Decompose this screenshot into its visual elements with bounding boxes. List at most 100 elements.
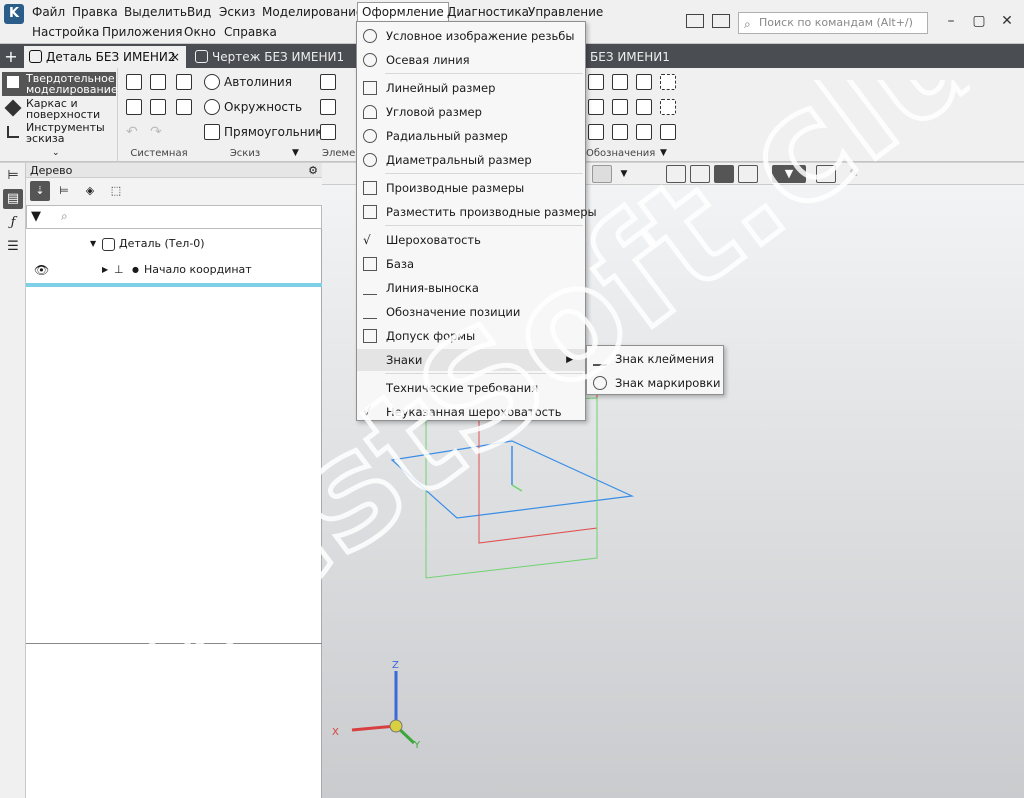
menu-roughness[interactable]: √ Шероховатость — [357, 229, 585, 251]
menu-diameter-dimension[interactable]: Диаметральный размер — [357, 149, 585, 171]
layers-icon[interactable]: ☰ — [3, 237, 23, 257]
menu-window[interactable]: Окно — [180, 22, 220, 42]
menu-unspecified-roughness[interactable]: √ Неуказанная шероховатость — [357, 401, 585, 423]
maximize-button[interactable]: ▢ — [968, 10, 990, 32]
rectangle-button[interactable]: Прямоугольник — [224, 125, 323, 139]
expand-chevron-icon[interactable]: ⌄ — [52, 148, 60, 158]
app-logo-icon: K — [4, 4, 24, 24]
tree-view-mode-icon[interactable]: ⇣ — [30, 181, 50, 201]
menu-form-tolerance[interactable]: Допуск формы — [357, 325, 585, 347]
hole-icon[interactable] — [320, 124, 336, 140]
save-icon[interactable] — [176, 74, 192, 90]
menu-edit[interactable]: Правка — [68, 2, 122, 22]
tree-components-icon[interactable]: ◈ — [80, 181, 100, 201]
tree-row-part[interactable]: ▼ Деталь (Тел-0) — [26, 231, 322, 257]
menu-position-designation[interactable]: Обозначение позиции — [357, 301, 585, 323]
visibility-eye-icon[interactable]: 👁 — [34, 257, 49, 283]
filter-icon[interactable]: ▼ — [31, 209, 41, 224]
menu-view[interactable]: Вид — [183, 2, 215, 22]
annotation-tool-12-icon[interactable] — [660, 124, 676, 140]
menu-place-derived-dimensions-label: Разместить производные размеры — [386, 205, 597, 219]
new-tab-button[interactable]: + — [0, 46, 22, 68]
tree-hierarchy-icon[interactable]: ⊨ — [54, 181, 74, 201]
menu-management[interactable]: Управление — [524, 2, 607, 22]
annotation-tool-1-icon[interactable] — [588, 74, 604, 90]
menu-select[interactable]: Выделить — [120, 2, 191, 22]
annotation-tool-9-icon[interactable] — [588, 124, 604, 140]
tab-part[interactable]: Деталь БЕЗ ИМЕНИ2 × — [24, 46, 186, 68]
place-derived-icon — [363, 205, 377, 219]
autoline-icon[interactable] — [204, 74, 220, 90]
annotation-tool-5-icon[interactable] — [588, 99, 604, 115]
menu-file[interactable]: Файл — [28, 2, 69, 22]
collapse-arrow-icon[interactable]: ▼ — [90, 231, 96, 257]
bullet-icon: ● — [132, 265, 139, 274]
circle-icon[interactable] — [204, 99, 220, 115]
expand-arrow-icon[interactable]: ▶ — [102, 257, 108, 283]
annotation-tool-10-icon[interactable] — [612, 124, 628, 140]
properties-icon[interactable]: ▤ — [3, 189, 23, 209]
mode-sketch-tools[interactable]: Инструменты эскиза — [2, 122, 116, 144]
minimize-button[interactable]: – — [940, 10, 962, 32]
tree-structure-icon[interactable]: ⊨ — [3, 166, 23, 186]
variables-fx-icon[interactable]: ƒ — [3, 213, 23, 233]
menu-marking-sign[interactable]: Знак маркировки — [587, 371, 723, 395]
close-button[interactable]: ✕ — [996, 10, 1018, 32]
revolve-icon[interactable] — [320, 99, 336, 115]
menu-place-derived-dimensions[interactable]: Разместить производные размеры — [357, 201, 597, 223]
new-file-icon[interactable] — [126, 74, 142, 90]
rectangle-icon[interactable] — [204, 124, 220, 140]
center-line-icon — [363, 53, 377, 67]
print-icon[interactable] — [126, 99, 142, 115]
menu-angular-dimension[interactable]: Угловой размер — [357, 101, 585, 123]
menu-derived-dimensions[interactable]: Производные размеры — [357, 177, 585, 199]
redo-icon[interactable]: ↷ — [150, 124, 162, 140]
annotation-tool-4-icon[interactable] — [660, 74, 676, 90]
menu-technical-requirements[interactable]: Технические требования — [357, 377, 585, 399]
menu-center-line[interactable]: Осевая линия — [357, 49, 585, 71]
tree-row-origin[interactable]: 👁 ▶ ⊥ ● Начало координат — [26, 257, 322, 287]
annotation-tool-3-icon[interactable] — [636, 74, 652, 90]
open-folder-icon[interactable] — [150, 74, 166, 90]
annotation-tool-11-icon[interactable] — [636, 124, 652, 140]
window-tile-icon[interactable] — [712, 14, 730, 28]
save-all-icon[interactable] — [176, 99, 192, 115]
menu-signs[interactable]: Знаки ▶ — [357, 349, 585, 371]
menu-modeling[interactable]: Моделирование — [258, 2, 367, 22]
tab-close-icon[interactable]: × — [170, 46, 180, 68]
menu-leader-line[interactable]: Линия-выноска — [357, 277, 585, 299]
command-search-input[interactable]: ⌕ Поиск по командам (Alt+/) — [738, 12, 928, 34]
circle-button[interactable]: Окружность — [224, 100, 302, 114]
menu-sketch[interactable]: Эскиз — [215, 2, 259, 22]
annotation-tool-8-icon[interactable] — [660, 99, 676, 115]
mode-solid[interactable]: Твердотельное моделирование — [2, 72, 118, 96]
preview-icon[interactable] — [150, 99, 166, 115]
undo-icon[interactable]: ↶ — [126, 124, 138, 140]
annotation-tool-2-icon[interactable] — [612, 74, 628, 90]
menu-linear-dimension[interactable]: Линейный размер — [357, 77, 585, 99]
menu-radial-dimension[interactable]: Радиальный размер — [357, 125, 585, 147]
menu-apps[interactable]: Приложения — [98, 22, 187, 42]
tree-selection-icon[interactable]: ⬚ — [106, 181, 126, 201]
sketch-icon — [7, 126, 19, 138]
tab-third[interactable]: БЕЗ ИМЕНИ1 — [588, 46, 698, 68]
autoline-button[interactable]: Автолиния — [224, 75, 292, 89]
annotation-tool-6-icon[interactable] — [612, 99, 628, 115]
menu-settings[interactable]: Настройка — [28, 22, 103, 42]
menu-diagnostics[interactable]: Диагностика — [443, 2, 533, 22]
menu-design[interactable]: Оформление — [357, 2, 449, 22]
tree-filter-input[interactable]: ▼ ⌕ — [26, 205, 322, 229]
menu-help[interactable]: Справка — [220, 22, 281, 42]
annotations-dropdown-icon[interactable]: ▼ — [660, 148, 667, 158]
extrude-icon[interactable] — [320, 74, 336, 90]
tab-drawing[interactable]: Чертеж БЕЗ ИМЕНИ1 — [190, 46, 350, 68]
window-layout-icon[interactable] — [686, 14, 704, 28]
sketch-group-dropdown-icon[interactable]: ▼ — [292, 148, 299, 158]
menu-thread-image[interactable]: Условное изображение резьбы — [357, 25, 585, 47]
annotation-tool-7-icon[interactable] — [636, 99, 652, 115]
menu-stamp-sign[interactable]: Знак клеймения — [587, 347, 723, 371]
gear-icon[interactable]: ⚙ — [308, 163, 318, 178]
menu-base[interactable]: База — [357, 253, 585, 275]
mode-surfaces[interactable]: Каркас и поверхности — [2, 98, 116, 120]
mode-list: Твердотельное моделирование Каркас и пов… — [0, 68, 118, 162]
